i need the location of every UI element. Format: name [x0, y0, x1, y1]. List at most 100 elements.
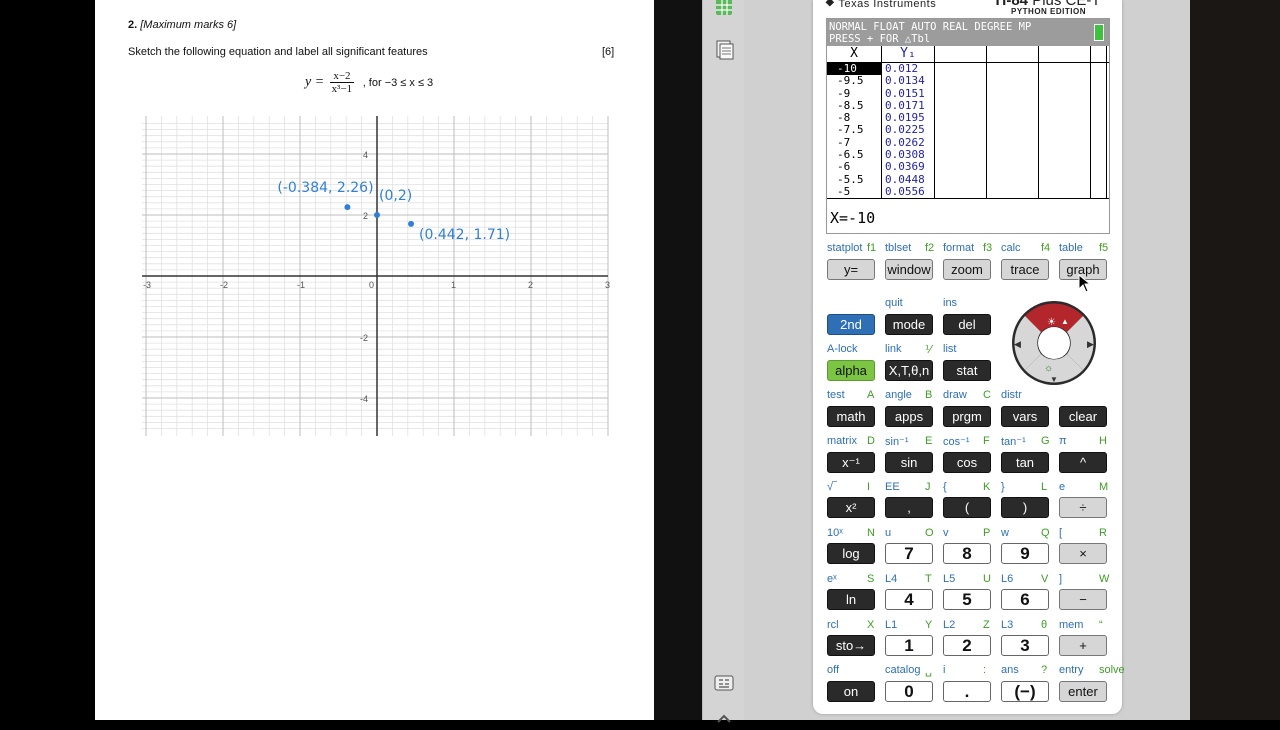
- key-alpha-label: V: [1041, 573, 1049, 585]
- x-tick-label: 3: [605, 280, 610, 290]
- key-sto-button[interactable]: sto→: [827, 635, 875, 656]
- key-6-button[interactable]: 6: [1001, 589, 1049, 610]
- key-alpha-label: R: [1099, 527, 1107, 539]
- key-alpha-label: f1: [867, 242, 877, 254]
- key-alpha-label: S: [867, 573, 875, 585]
- key-symbol-button[interactable]: (−): [1001, 681, 1049, 702]
- key-alpha-label: D: [867, 435, 875, 447]
- key-secondary-label: EE: [885, 481, 900, 493]
- key-alpha-label: f2: [925, 242, 935, 254]
- mouse-cursor-icon: [1078, 274, 1092, 293]
- key-mode-button[interactable]: mode: [885, 314, 933, 335]
- key-symbol-button[interactable]: −: [1059, 589, 1107, 610]
- key-secondary-label: table: [1059, 242, 1083, 254]
- key-alpha-label: f5: [1099, 242, 1109, 254]
- key-alpha-label: J: [925, 481, 931, 493]
- key-symbol-button[interactable]: (: [943, 497, 991, 518]
- key-5-button[interactable]: 5: [943, 589, 991, 610]
- key-symbol-button[interactable]: ): [1001, 497, 1049, 518]
- key-secondary-label: {: [943, 481, 947, 493]
- point-annotation: (0,2): [379, 188, 412, 204]
- key-alpha-label: N: [867, 527, 875, 539]
- key-symbol-button[interactable]: ,: [885, 497, 933, 518]
- key-alpha-label: M: [1099, 481, 1109, 493]
- key-zoom-button[interactable]: zoom: [943, 259, 991, 280]
- left-arrow-icon: ◀: [1014, 339, 1021, 349]
- key-2-button[interactable]: 2: [943, 635, 991, 656]
- key-secondary-label: }: [1001, 481, 1005, 493]
- key-secondary-label: e: [1059, 481, 1066, 493]
- equation-lhs: y =: [305, 74, 325, 90]
- key-alpha-label: P: [983, 527, 991, 539]
- key-secondary-label: rcl: [827, 619, 839, 631]
- key-x-button[interactable]: x⁻¹: [827, 452, 875, 473]
- key-stat-button[interactable]: stat: [943, 360, 991, 381]
- key-x-button[interactable]: x²: [827, 497, 875, 518]
- equation-domain: , for −3 ≤ x ≤ 3: [362, 76, 434, 89]
- key-log-button[interactable]: log: [827, 543, 875, 564]
- key-alpha-label: solve: [1099, 664, 1125, 676]
- x-tick-label: 1: [451, 280, 456, 290]
- key-secondary-label: π: [1059, 435, 1067, 447]
- key-secondary-label: distr: [1001, 389, 1022, 401]
- key-symbol-button[interactable]: ÷: [1059, 497, 1107, 518]
- equation-fraction: x−2 x³−1: [329, 70, 355, 95]
- key-vars-button[interactable]: vars: [1001, 406, 1049, 427]
- key-cos-button[interactable]: cos: [943, 452, 991, 473]
- key-alpha-label: H: [1099, 435, 1107, 447]
- key-alpha-label: E: [925, 435, 933, 447]
- up-arrow-icon: ▲: [1061, 317, 1069, 326]
- calculator-icon[interactable]: [713, 672, 735, 694]
- key-symbol-button[interactable]: ^: [1059, 452, 1107, 473]
- key-alpha-label: Q: [1041, 527, 1050, 539]
- key-alpha-label: ␣: [925, 665, 932, 677]
- spreadsheet-icon[interactable]: [713, 0, 735, 18]
- question-instruction: Sketch the following equation and label …: [128, 46, 428, 58]
- key-tan-button[interactable]: tan: [1001, 452, 1049, 473]
- key-prgm-button[interactable]: prgm: [943, 406, 991, 427]
- key-secondary-label: format: [943, 242, 975, 254]
- key-alpha-label: X: [867, 619, 875, 631]
- key-del-button[interactable]: del: [943, 314, 991, 335]
- key-9-button[interactable]: 9: [1001, 543, 1049, 564]
- document-icon[interactable]: [713, 38, 735, 60]
- key-2nd-button[interactable]: 2nd: [827, 314, 875, 335]
- key-secondary-label: draw: [943, 389, 967, 401]
- key-0-button[interactable]: 0: [885, 681, 933, 702]
- key-secondary-label: ans: [1001, 664, 1019, 676]
- key-7-button[interactable]: 7: [885, 543, 933, 564]
- key-y-button[interactable]: y=: [827, 259, 875, 280]
- key-window-button[interactable]: window: [885, 259, 933, 280]
- key-1-button[interactable]: 1: [885, 635, 933, 656]
- key-sin-button[interactable]: sin: [885, 452, 933, 473]
- key-trace-button[interactable]: trace: [1001, 259, 1049, 280]
- key-alpha-button[interactable]: alpha: [827, 360, 875, 381]
- key-secondary-label: link: [885, 343, 902, 355]
- key-math-button[interactable]: math: [827, 406, 875, 427]
- key-alpha-label: G: [1041, 435, 1050, 447]
- key-ln-button[interactable]: ln: [827, 589, 875, 610]
- key-clear-button[interactable]: clear: [1059, 406, 1107, 427]
- key-enter-button[interactable]: enter: [1059, 681, 1107, 702]
- key-3-button[interactable]: 3: [1001, 635, 1049, 656]
- key-secondary-label: L1: [885, 619, 898, 631]
- key-apps-button[interactable]: apps: [885, 406, 933, 427]
- key-symbol-button[interactable]: +: [1059, 635, 1107, 656]
- key-symbol-button[interactable]: ×: [1059, 543, 1107, 564]
- key-8-button[interactable]: 8: [943, 543, 991, 564]
- directional-pad[interactable]: ☀ ▲ ☼ ▼ ◀ ▶: [1009, 300, 1099, 386]
- key-secondary-label: test: [827, 389, 845, 401]
- key-secondary-label: w: [1001, 527, 1009, 539]
- collapse-icon[interactable]: [713, 708, 735, 730]
- key-secondary-label: catalog: [885, 664, 921, 676]
- key-x-t-n-button[interactable]: X,T,θ,n: [885, 360, 933, 381]
- key-on-button[interactable]: on: [827, 681, 875, 702]
- worksheet-page: 2. [Maximum marks 6] Sketch the followin…: [95, 0, 654, 720]
- y-tick-label: 4: [363, 150, 368, 160]
- equation-numerator: x−2: [329, 70, 355, 83]
- key-4-button[interactable]: 4: [885, 589, 933, 610]
- key-secondary-label: statplot: [827, 242, 863, 254]
- marks-note: [Maximum marks 6]: [140, 19, 237, 31]
- plotted-point: [374, 212, 380, 218]
- key-symbol-button[interactable]: .: [943, 681, 991, 702]
